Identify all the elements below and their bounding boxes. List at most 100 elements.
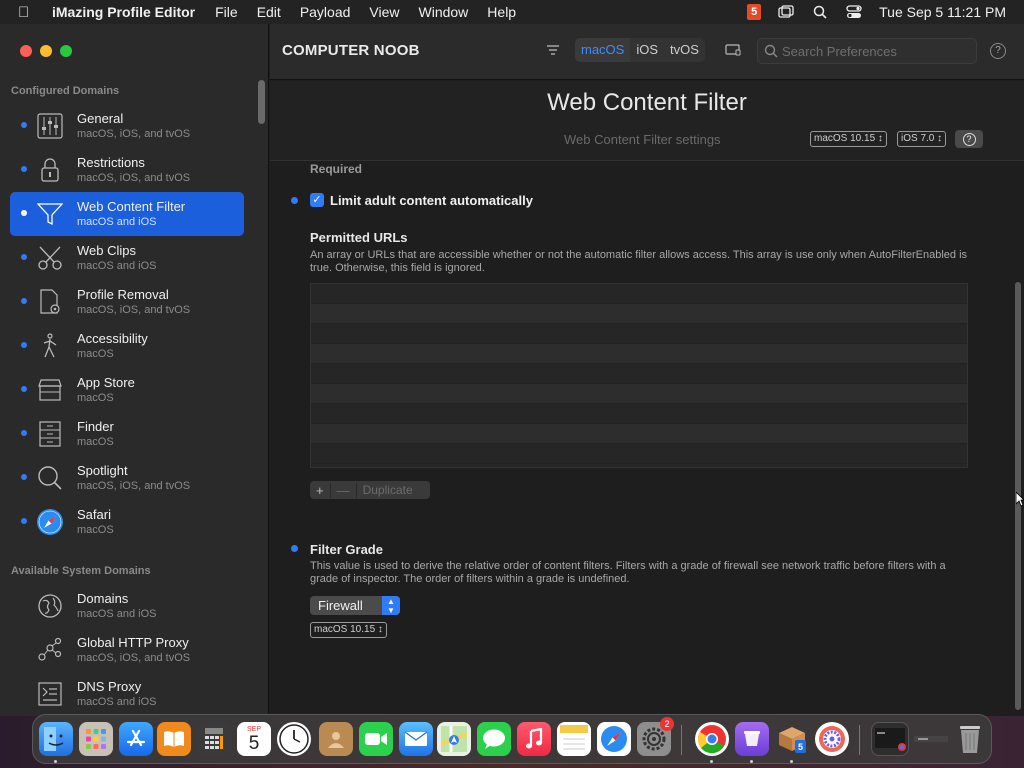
minimize-button[interactable] — [40, 45, 52, 57]
sidebar-item-spotlight[interactable]: Spotlight macOS, iOS, and tvOS — [10, 456, 244, 500]
payload-help-button[interactable]: ? — [955, 130, 983, 148]
recent-document-icon[interactable] — [913, 722, 949, 756]
windows-icon[interactable] — [777, 4, 795, 20]
app-window: Configured Domains General macOS, iOS, a… — [0, 24, 1024, 716]
help-icon[interactable]: ? — [990, 43, 1006, 59]
device-icon[interactable] — [725, 43, 741, 56]
sidebar-item-web-content-filter[interactable]: Web Content Filter macOS and iOS — [10, 192, 244, 236]
table-row[interactable] — [311, 424, 967, 444]
menu-payload[interactable]: Payload — [300, 4, 351, 20]
sidebar-item-domains[interactable]: Domains macOS and iOS — [10, 584, 244, 628]
store-icon — [36, 376, 64, 404]
maps-icon[interactable] — [437, 722, 471, 756]
menu-clock[interactable]: Tue Sep 5 11:21 PM — [879, 4, 1006, 20]
document-gear-icon — [36, 288, 64, 316]
sidebar-item-restrictions[interactable]: Restrictions macOS, iOS, and tvOS — [10, 148, 244, 192]
permitted-urls-table[interactable] — [310, 283, 968, 468]
profile-editor-icon[interactable]: 5 — [775, 722, 809, 756]
table-row[interactable] — [311, 364, 967, 384]
profile-title[interactable]: COMPUTER NOOB — [282, 42, 420, 59]
sidebar-item-accessibility[interactable]: Accessibility macOS — [10, 324, 244, 368]
sidebar-item-subtitle: macOS and iOS — [77, 608, 157, 620]
sidebar-item-subtitle: macOS and iOS — [77, 216, 157, 228]
trash-icon[interactable] — [953, 722, 987, 756]
clock-icon[interactable] — [277, 722, 311, 756]
running-indicator — [710, 760, 713, 763]
add-row-button[interactable]: + — [310, 482, 331, 498]
colorful-settings-icon[interactable] — [815, 722, 849, 756]
configured-dot — [21, 254, 27, 260]
mail-icon[interactable] — [399, 722, 433, 756]
required-label: Required — [310, 162, 363, 176]
sidebar-item-profile-removal[interactable]: Profile Removal macOS, iOS, and tvOS — [10, 280, 244, 324]
segment-ios[interactable]: iOS — [630, 38, 664, 62]
menu-file[interactable]: File — [215, 4, 238, 20]
apple-icon[interactable]:  — [18, 4, 36, 21]
dock-separator — [681, 725, 682, 755]
sidebar-item-web-clips[interactable]: Web Clips macOS and iOS — [10, 236, 244, 280]
sidebar-item-general[interactable]: General macOS, iOS, and tvOS — [10, 104, 244, 148]
search-input[interactable] — [782, 41, 972, 61]
app-store-icon[interactable] — [119, 722, 153, 756]
table-row[interactable] — [311, 384, 967, 404]
calendar-icon[interactable]: SEP 5 — [237, 722, 271, 756]
html5-icon[interactable]: 5 — [747, 4, 762, 20]
table-actions: + — Duplicate — [310, 481, 430, 499]
launchpad-icon[interactable] — [79, 722, 113, 756]
filter-grade-version-badge[interactable]: macOS 10.15 ↕ — [310, 622, 387, 638]
filter-grade-select[interactable]: Firewall ▲ ▼ — [310, 596, 400, 615]
sidebar-item-title: App Store — [77, 375, 135, 390]
close-button[interactable] — [20, 45, 32, 57]
music-icon[interactable] — [517, 722, 551, 756]
configured-dot — [21, 342, 27, 348]
notes-icon[interactable] — [557, 722, 591, 756]
window-controls — [20, 45, 72, 57]
table-row[interactable] — [311, 444, 967, 464]
table-row[interactable] — [311, 304, 967, 324]
table-row[interactable] — [311, 344, 967, 364]
control-center-icon[interactable] — [845, 4, 863, 20]
finder-icon[interactable] — [39, 722, 73, 756]
facetime-icon[interactable] — [359, 722, 393, 756]
table-row[interactable] — [311, 324, 967, 344]
sidebar-item-dns-proxy[interactable]: DNS Proxy macOS and iOS — [10, 672, 244, 716]
search-icon[interactable] — [811, 4, 829, 20]
segment-tvos[interactable]: tvOS — [664, 38, 705, 62]
menu-help[interactable]: Help — [487, 4, 516, 20]
chrome-icon[interactable] — [695, 722, 729, 756]
sidebar-item-app-store[interactable]: App Store macOS — [10, 368, 244, 412]
recent-window-thumbnail-icon[interactable] — [871, 722, 909, 756]
globe-icon — [36, 592, 64, 620]
menu-edit[interactable]: Edit — [257, 4, 281, 20]
table-row[interactable] — [311, 404, 967, 424]
filter-list-icon[interactable] — [546, 43, 560, 57]
contacts-icon[interactable] — [319, 722, 353, 756]
ios-version-badge[interactable]: iOS 7.0 ↕ — [897, 131, 947, 147]
calculator-icon[interactable] — [197, 722, 231, 756]
available-domains-heading: Available System Domains — [11, 565, 151, 577]
table-row[interactable] — [311, 284, 967, 304]
sidebar-item-global-http-proxy[interactable]: Global HTTP Proxy macOS, iOS, and tvOS — [10, 628, 244, 672]
duplicate-button[interactable]: Duplicate — [357, 483, 419, 497]
messages-icon[interactable] — [477, 722, 511, 756]
safari-icon[interactable] — [597, 722, 631, 756]
menu-app-name[interactable]: iMazing Profile Editor — [52, 4, 195, 20]
menu-window[interactable]: Window — [419, 4, 469, 20]
scissors-icon — [36, 244, 64, 272]
limit-adult-content-label[interactable]: Limit adult content automatically — [330, 193, 533, 208]
remove-row-button[interactable]: — — [331, 482, 357, 498]
podcasts-app-icon[interactable] — [735, 722, 769, 756]
configured-dot — [21, 166, 27, 172]
macos-version-badge[interactable]: macOS 10.15 ↕ — [810, 131, 887, 147]
zoom-button[interactable] — [60, 45, 72, 57]
configured-dot — [21, 518, 27, 524]
sidebar-item-safari[interactable]: Safari macOS — [10, 500, 244, 544]
sidebar-item-finder[interactable]: Finder macOS — [10, 412, 244, 456]
menu-view[interactable]: View — [369, 4, 399, 20]
limit-adult-content-checkbox[interactable]: ✓ — [310, 193, 324, 207]
books-icon[interactable] — [157, 722, 191, 756]
sidebar-scrollbar[interactable] — [258, 80, 265, 124]
main-panel: COMPUTER NOOB macOS iOS tvOS ? Web Conte… — [270, 24, 1024, 716]
configured-dot — [21, 386, 27, 392]
segment-macos[interactable]: macOS — [575, 38, 631, 62]
